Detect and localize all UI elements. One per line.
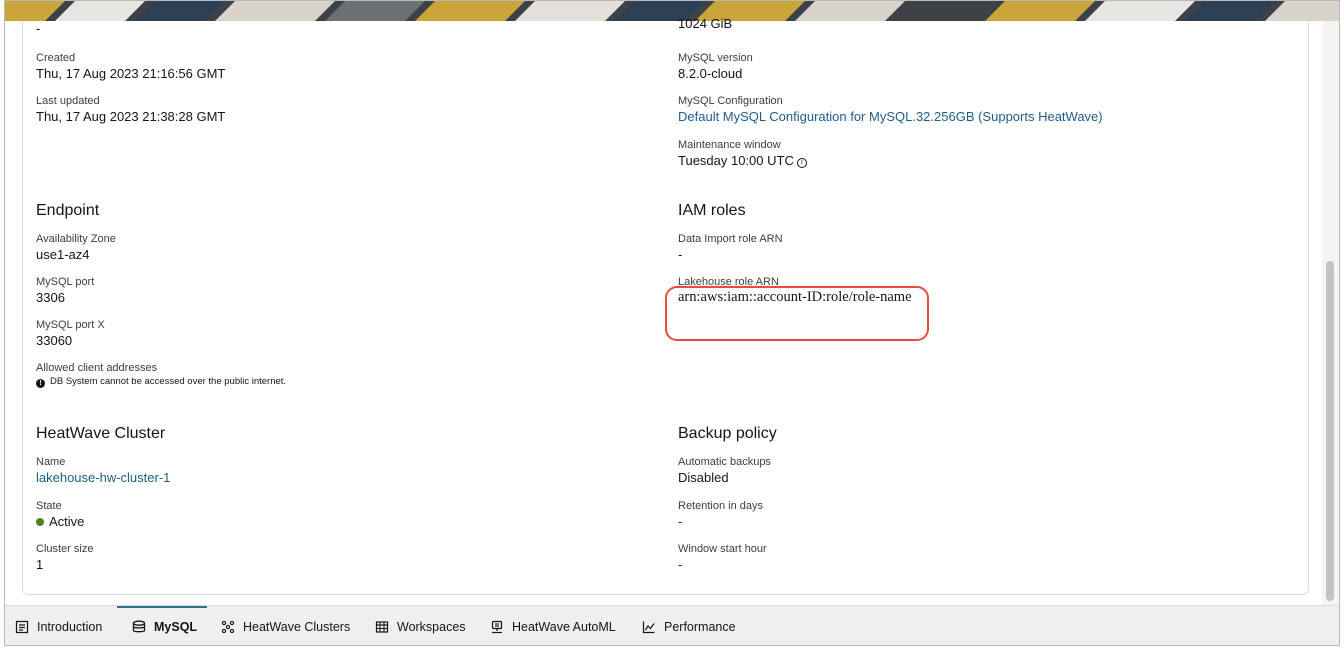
tab-heatwave-automl[interactable]: HeatWave AutoML	[490, 606, 616, 645]
info-icon[interactable]: i	[796, 158, 807, 168]
cluster-name-link[interactable]: lakehouse-hw-cluster-1	[36, 469, 170, 486]
tab-performance-label: Performance	[664, 620, 736, 634]
allowed-clients-field: Allowed client addresses ! DB System cann…	[36, 361, 286, 389]
tab-mysql[interactable]: MySQL	[132, 606, 198, 645]
created-value: Thu, 17 Aug 2023 21:16:56 GMT	[36, 66, 226, 81]
vertical-scrollbar[interactable]	[1322, 21, 1339, 605]
details-panel: - 1024 GiB Created Thu, 17 Aug 2023 21:1…	[5, 16, 1324, 605]
tab-performance[interactable]: Performance	[642, 606, 736, 645]
availability-zone-label: Availability Zone	[36, 233, 116, 245]
tab-heatwave-clusters-label: HeatWave Clusters	[243, 620, 351, 634]
mysql-port-x-field: MySQL port X 33060	[36, 318, 105, 349]
retention-days-field: Retention in days -	[678, 499, 763, 530]
availability-zone-field: Availability Zone use1-az4	[36, 232, 116, 263]
mysql-port-value: 3306	[36, 290, 65, 305]
maintenance-window-value: Tuesday 10:00 UTC	[678, 153, 794, 168]
database-icon	[132, 620, 146, 634]
allowed-clients-label: Allowed client addresses	[36, 362, 158, 374]
maintenance-window-field: Maintenance window Tuesday 10:00 UTC i	[678, 138, 807, 169]
window-start-hour-value: -	[678, 557, 683, 572]
mysql-port-x-value: 33060	[36, 333, 73, 348]
mysql-version-field: MySQL version 8.2.0-cloud	[678, 51, 753, 82]
iam-roles-heading: IAM roles	[678, 202, 746, 219]
automatic-backups-field: Automatic backups Disabled	[678, 455, 771, 486]
backup-policy-heading: Backup policy	[678, 425, 777, 442]
window-start-hour-field: Window start hour -	[678, 542, 767, 573]
mysql-configuration-link[interactable]: Default MySQL Configuration for MySQL.32…	[678, 108, 1103, 125]
data-import-role-field: Data Import role ARN -	[678, 232, 783, 263]
cluster-name-field: Name lakehouse-hw-cluster-1	[36, 455, 170, 486]
retention-days-value: -	[678, 514, 683, 529]
tab-mysql-label: MySQL	[154, 620, 198, 634]
chart-icon	[642, 620, 656, 634]
cluster-state-value: Active	[49, 514, 85, 529]
mysql-configuration-label: MySQL Configuration	[678, 95, 783, 107]
cluster-size-value: 1	[36, 557, 44, 572]
mysql-port-label: MySQL port	[36, 276, 95, 288]
mysql-port-field: MySQL port 3306	[36, 275, 94, 306]
scrollbar-thumb[interactable]	[1326, 261, 1334, 601]
tab-heatwave-clusters[interactable]: HeatWave Clusters	[221, 606, 351, 645]
automatic-backups-value: Disabled	[678, 470, 729, 485]
cluster-state-label: State	[36, 500, 62, 512]
cluster-size-label: Cluster size	[36, 543, 94, 555]
data-import-role-label: Data Import role ARN	[678, 233, 783, 245]
banner-pattern	[5, 1, 1339, 21]
tab-workspaces-label: Workspaces	[397, 620, 466, 634]
cluster-state-field: State Active	[36, 499, 84, 530]
mysql-configuration-field: MySQL Configuration Default MySQL Config…	[678, 94, 1103, 125]
tab-heatwave-automl-label: HeatWave AutoML	[512, 620, 616, 634]
created-label: Created	[36, 52, 76, 64]
app-frame: - 1024 GiB Created Thu, 17 Aug 2023 21:1…	[4, 0, 1340, 646]
partial-right-value: 1024 GiB	[678, 16, 733, 31]
decorative-banner	[5, 1, 1339, 21]
table-icon	[375, 620, 389, 634]
automl-icon	[490, 620, 504, 634]
cluster-icon	[221, 620, 235, 634]
cluster-name-label: Name	[36, 456, 66, 468]
partial-left-value: -	[36, 21, 41, 36]
allowed-clients-note: DB System cannot be accessed over the pu…	[50, 376, 287, 387]
automatic-backups-label: Automatic backups	[678, 456, 771, 468]
retention-days-label: Retention in days	[678, 500, 763, 512]
window-start-hour-label: Window start hour	[678, 543, 767, 555]
highlight-annotation	[665, 286, 929, 341]
status-active-icon	[36, 518, 44, 526]
tab-workspaces[interactable]: Workspaces	[375, 606, 466, 645]
created-field: Created Thu, 17 Aug 2023 21:16:56 GMT	[36, 51, 225, 82]
heatwave-cluster-heading: HeatWave Cluster	[36, 425, 166, 442]
tab-introduction-label: Introduction	[37, 620, 103, 634]
info-filled-icon: !	[36, 379, 45, 388]
maintenance-window-label: Maintenance window	[678, 139, 781, 151]
cluster-size-field: Cluster size 1	[36, 542, 93, 573]
last-updated-field: Last updated Thu, 17 Aug 2023 21:38:28 G…	[36, 94, 225, 125]
document-icon	[15, 620, 29, 634]
mysql-version-value: 8.2.0-cloud	[678, 66, 743, 81]
availability-zone-value: use1-az4	[36, 247, 90, 262]
mysql-version-label: MySQL version	[678, 52, 753, 64]
last-updated-value: Thu, 17 Aug 2023 21:38:28 GMT	[36, 109, 226, 124]
mysql-port-x-label: MySQL port X	[36, 319, 105, 331]
bottom-tab-bar: Introduction MySQL HeatWave Clusters Wor…	[5, 605, 1339, 645]
last-updated-label: Last updated	[36, 95, 100, 107]
data-import-role-value: -	[678, 247, 683, 262]
endpoint-heading: Endpoint	[36, 202, 100, 219]
tab-introduction[interactable]: Introduction	[15, 606, 103, 645]
